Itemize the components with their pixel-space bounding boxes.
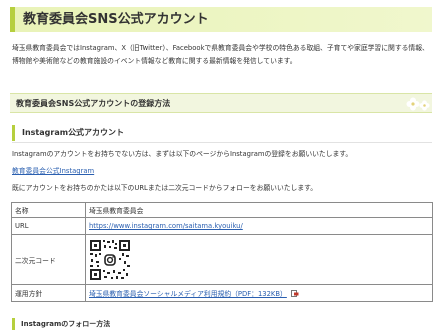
row-label-qr: 二次元コード (11, 234, 86, 285)
official-instagram-link[interactable]: 教育委員会公式Instagram (12, 167, 94, 175)
row-label-policy: 運用方針 (11, 284, 86, 302)
page-title: 教育委員会SNS公式アカウント (10, 7, 432, 32)
row-value-name: 埼玉県教育委員会 (85, 202, 433, 218)
account-info-table: 名称 埼玉県教育委員会 URL https://www.instagram.co… (11, 202, 433, 302)
instagram-heading: Instagram公式アカウント (12, 125, 432, 141)
row-value-qr (85, 234, 433, 285)
section-heading-label: 教育委員会SNS公式アカウントの登録方法 (16, 99, 171, 108)
pdf-external-icon (291, 290, 299, 297)
flower-icon (406, 97, 420, 111)
row-label-name: 名称 (11, 202, 86, 218)
heading-divider (12, 142, 432, 143)
flower-icon (419, 100, 430, 111)
row-label-url: URL (11, 217, 86, 235)
instruction-text: Instagramのアカウントをお持ちでない方は、まずは以下のページからInst… (12, 150, 353, 158)
table-row: 運用方針 埼玉県教育委員会ソーシャルメディア利用規約（PDF：132KB） (11, 284, 433, 302)
table-row: URL https://www.instagram.com/saitama.ky… (11, 217, 433, 235)
instagram-url-link[interactable]: https://www.instagram.com/saitama.kyouik… (89, 222, 243, 230)
follow-method-heading: Instagramのフォロー方法 (12, 318, 432, 330)
instagram-link-line: 教育委員会公式Instagram (12, 167, 94, 176)
row-value-policy: 埼玉県教育委員会ソーシャルメディア利用規約（PDF：132KB） (85, 284, 433, 302)
qr-code-icon (89, 238, 131, 281)
row-value-url: https://www.instagram.com/saitama.kyouik… (85, 217, 433, 235)
section-heading: 教育委員会SNS公式アカウントの登録方法 (10, 93, 432, 113)
table-row: 名称 埼玉県教育委員会 (11, 202, 433, 218)
follow-instruction-text: 既にアカウントをお持ちのかたは以下のURLまたは二次元コードからフォローをお願い… (12, 184, 318, 192)
intro-text: 埼玉県教育委員会ではInstagram、X（旧Twitter）、Facebook… (12, 44, 429, 65)
table-row: 二次元コード (11, 234, 433, 285)
policy-pdf-link[interactable]: 埼玉県教育委員会ソーシャルメディア利用規約（PDF：132KB） (89, 290, 287, 298)
